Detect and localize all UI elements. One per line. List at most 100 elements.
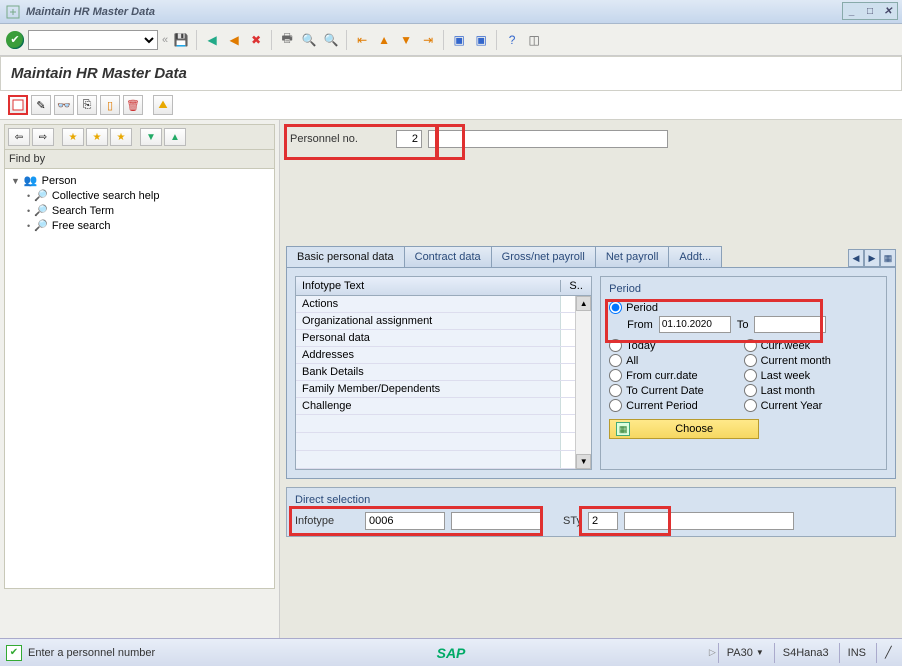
minimize-button[interactable]: _ <box>843 3 861 19</box>
find-next-icon[interactable]: 🔍 <box>322 31 340 49</box>
scroll-up-icon[interactable]: ▲ <box>576 296 591 311</box>
radio-period[interactable]: Period <box>609 301 878 314</box>
personnel-no-label: Personnel no. <box>290 133 390 145</box>
radio-curr-week[interactable]: Curr.week <box>744 339 878 352</box>
infotype-row-bank-details[interactable]: Bank Details <box>296 364 591 381</box>
back-icon[interactable]: ◀ <box>203 31 221 49</box>
radio-today[interactable]: Today <box>609 339 743 352</box>
overview-button[interactable]: ⛰ <box>153 95 173 115</box>
command-toolbar: ✔ « 💾 ◀ ◀ ✖ 🖶 🔍 🔍 ⇤ ▲ ▼ ⇥ ▣ ▣ ? ◫ <box>0 24 902 56</box>
to-label: To <box>737 319 749 331</box>
help-icon[interactable]: ? <box>503 31 521 49</box>
app-toolbar: ✎ 👓 ⎘ ▯ 🗑 ⛰ <box>0 91 902 120</box>
first-page-icon[interactable]: ⇤ <box>353 31 371 49</box>
fav-del-icon[interactable]: ★ <box>110 128 132 146</box>
layout-icon[interactable]: ◫ <box>525 31 543 49</box>
infotype-row-org-assignment[interactable]: Organizational assignment <box>296 313 591 330</box>
tab-additional[interactable]: Addt... <box>668 246 722 267</box>
sap-logo: SAP <box>437 645 466 661</box>
radio-to-current-date[interactable]: To Current Date <box>609 384 743 397</box>
find-icon[interactable]: 🔍 <box>300 31 318 49</box>
tree-item-collective-search[interactable]: • 🔎 Collective search help <box>25 188 270 203</box>
shortcut-icon[interactable]: ▣ <box>472 31 490 49</box>
infotype-header-status[interactable]: S.. <box>561 280 591 292</box>
choose-button[interactable]: ▦ Choose <box>609 419 759 439</box>
direct-selection-panel: Direct selection Infotype STy <box>286 487 896 537</box>
infotype-input[interactable] <box>365 512 445 530</box>
tree-item-search-term[interactable]: • 🔎 Search Term <box>25 203 270 218</box>
enter-icon[interactable]: ✔ <box>6 31 24 49</box>
radio-all[interactable]: All <box>609 354 743 367</box>
exit-icon[interactable]: ◀ <box>225 31 243 49</box>
radio-current-period[interactable]: Current Period <box>609 399 743 412</box>
last-page-icon[interactable]: ⇥ <box>419 31 437 49</box>
print-icon[interactable]: 🖶 <box>278 31 296 49</box>
command-field[interactable] <box>28 30 158 50</box>
delimit-button[interactable]: ▯ <box>100 95 120 115</box>
tree-item-free-search[interactable]: • 🔎 Free search <box>25 218 270 233</box>
copy-button[interactable]: ⎘ <box>77 95 97 115</box>
infotype-list[interactable]: Actions Organizational assignment Person… <box>295 296 592 470</box>
cancel-icon[interactable]: ✖ <box>247 31 265 49</box>
sty-text-input[interactable] <box>624 512 794 530</box>
infotype-row-family[interactable]: Family Member/Dependents <box>296 381 591 398</box>
to-date-input[interactable] <box>754 316 826 333</box>
radio-last-week[interactable]: Last week <box>744 369 878 382</box>
personnel-no-input[interactable] <box>396 130 422 148</box>
infotype-scrollbar[interactable]: ▲ ▼ <box>575 296 591 469</box>
status-message: Enter a personnel number <box>28 647 155 659</box>
infotype-row-actions[interactable]: Actions <box>296 296 591 313</box>
history-back-icon[interactable]: « <box>162 34 168 46</box>
infotype-row-personal-data[interactable]: Personal data <box>296 330 591 347</box>
tab-scroll-left-icon[interactable]: ◀ <box>848 249 864 267</box>
radio-current-year[interactable]: Current Year <box>744 399 878 412</box>
nav-forward-button[interactable]: ⇨ <box>32 128 54 146</box>
next-page-icon[interactable]: ▼ <box>397 31 415 49</box>
binoculars-icon: 🔎 <box>34 219 48 232</box>
infotype-row-challenge[interactable]: Challenge <box>296 398 591 415</box>
choose-icon: ▦ <box>616 422 630 436</box>
delete-button[interactable]: 🗑 <box>123 95 143 115</box>
save-icon[interactable]: 💾 <box>172 31 190 49</box>
tab-scroll-right-icon[interactable]: ▶ <box>864 249 880 267</box>
tree-root-person[interactable]: ▼ 👥 Person <box>9 173 270 188</box>
tab-contract-data[interactable]: Contract data <box>404 246 492 267</box>
change-button[interactable]: ✎ <box>31 95 51 115</box>
infotype-header-text[interactable]: Infotype Text <box>296 280 561 292</box>
create-button[interactable] <box>8 95 28 115</box>
status-expand-icon[interactable]: ▷ <box>709 647 716 658</box>
close-button[interactable]: ✕ <box>879 3 897 19</box>
maximize-button[interactable]: □ <box>861 3 879 19</box>
radio-last-month[interactable]: Last month <box>744 384 878 397</box>
infotype-row-addresses[interactable]: Addresses <box>296 347 591 364</box>
nav-back-button[interactable]: ⇦ <box>8 128 30 146</box>
status-resize-icon[interactable]: ╱ <box>876 643 896 663</box>
display-button[interactable]: 👓 <box>54 95 74 115</box>
status-tcode[interactable]: PA30▼ <box>718 643 772 663</box>
fav-add-icon[interactable]: ★ <box>62 128 84 146</box>
prev-page-icon[interactable]: ▲ <box>375 31 393 49</box>
tab-gross-net-payroll[interactable]: Gross/net payroll <box>491 246 596 267</box>
tab-net-payroll[interactable]: Net payroll <box>595 246 670 267</box>
window-titlebar: Maintain HR Master Data _ □ ✕ <box>0 0 902 24</box>
status-system[interactable]: S4Hana3 <box>774 643 837 663</box>
tab-basic-personal-data[interactable]: Basic personal data <box>286 246 405 267</box>
scroll-down-icon[interactable]: ▼ <box>576 454 591 469</box>
object-tree[interactable]: ▼ 👥 Person • 🔎 Collective search help • … <box>4 169 275 589</box>
left-navigation-pane: ⇦ ⇨ ★ ★ ★ ▼ ▲ Find by ▼ 👥 Person • 🔎 Col… <box>0 120 280 638</box>
tab-list-icon[interactable]: ▦ <box>880 249 896 267</box>
sty-input[interactable] <box>588 512 618 530</box>
expand-icon[interactable]: ▼ <box>140 128 162 146</box>
new-session-icon[interactable]: ▣ <box>450 31 468 49</box>
radio-current-month[interactable]: Current month <box>744 354 878 367</box>
personnel-name-display <box>428 130 668 148</box>
fav-icon[interactable]: ★ <box>86 128 108 146</box>
infotype-text-input[interactable] <box>451 512 541 530</box>
from-date-input[interactable] <box>659 316 731 333</box>
person-icon: 👥 <box>24 174 38 187</box>
radio-from-curr-date[interactable]: From curr.date <box>609 369 743 382</box>
collapse-icon[interactable]: ▲ <box>164 128 186 146</box>
status-mode[interactable]: INS <box>839 643 874 663</box>
tab-scroll: ◀ ▶ ▦ <box>848 249 896 267</box>
binoculars-icon: 🔎 <box>34 204 48 217</box>
